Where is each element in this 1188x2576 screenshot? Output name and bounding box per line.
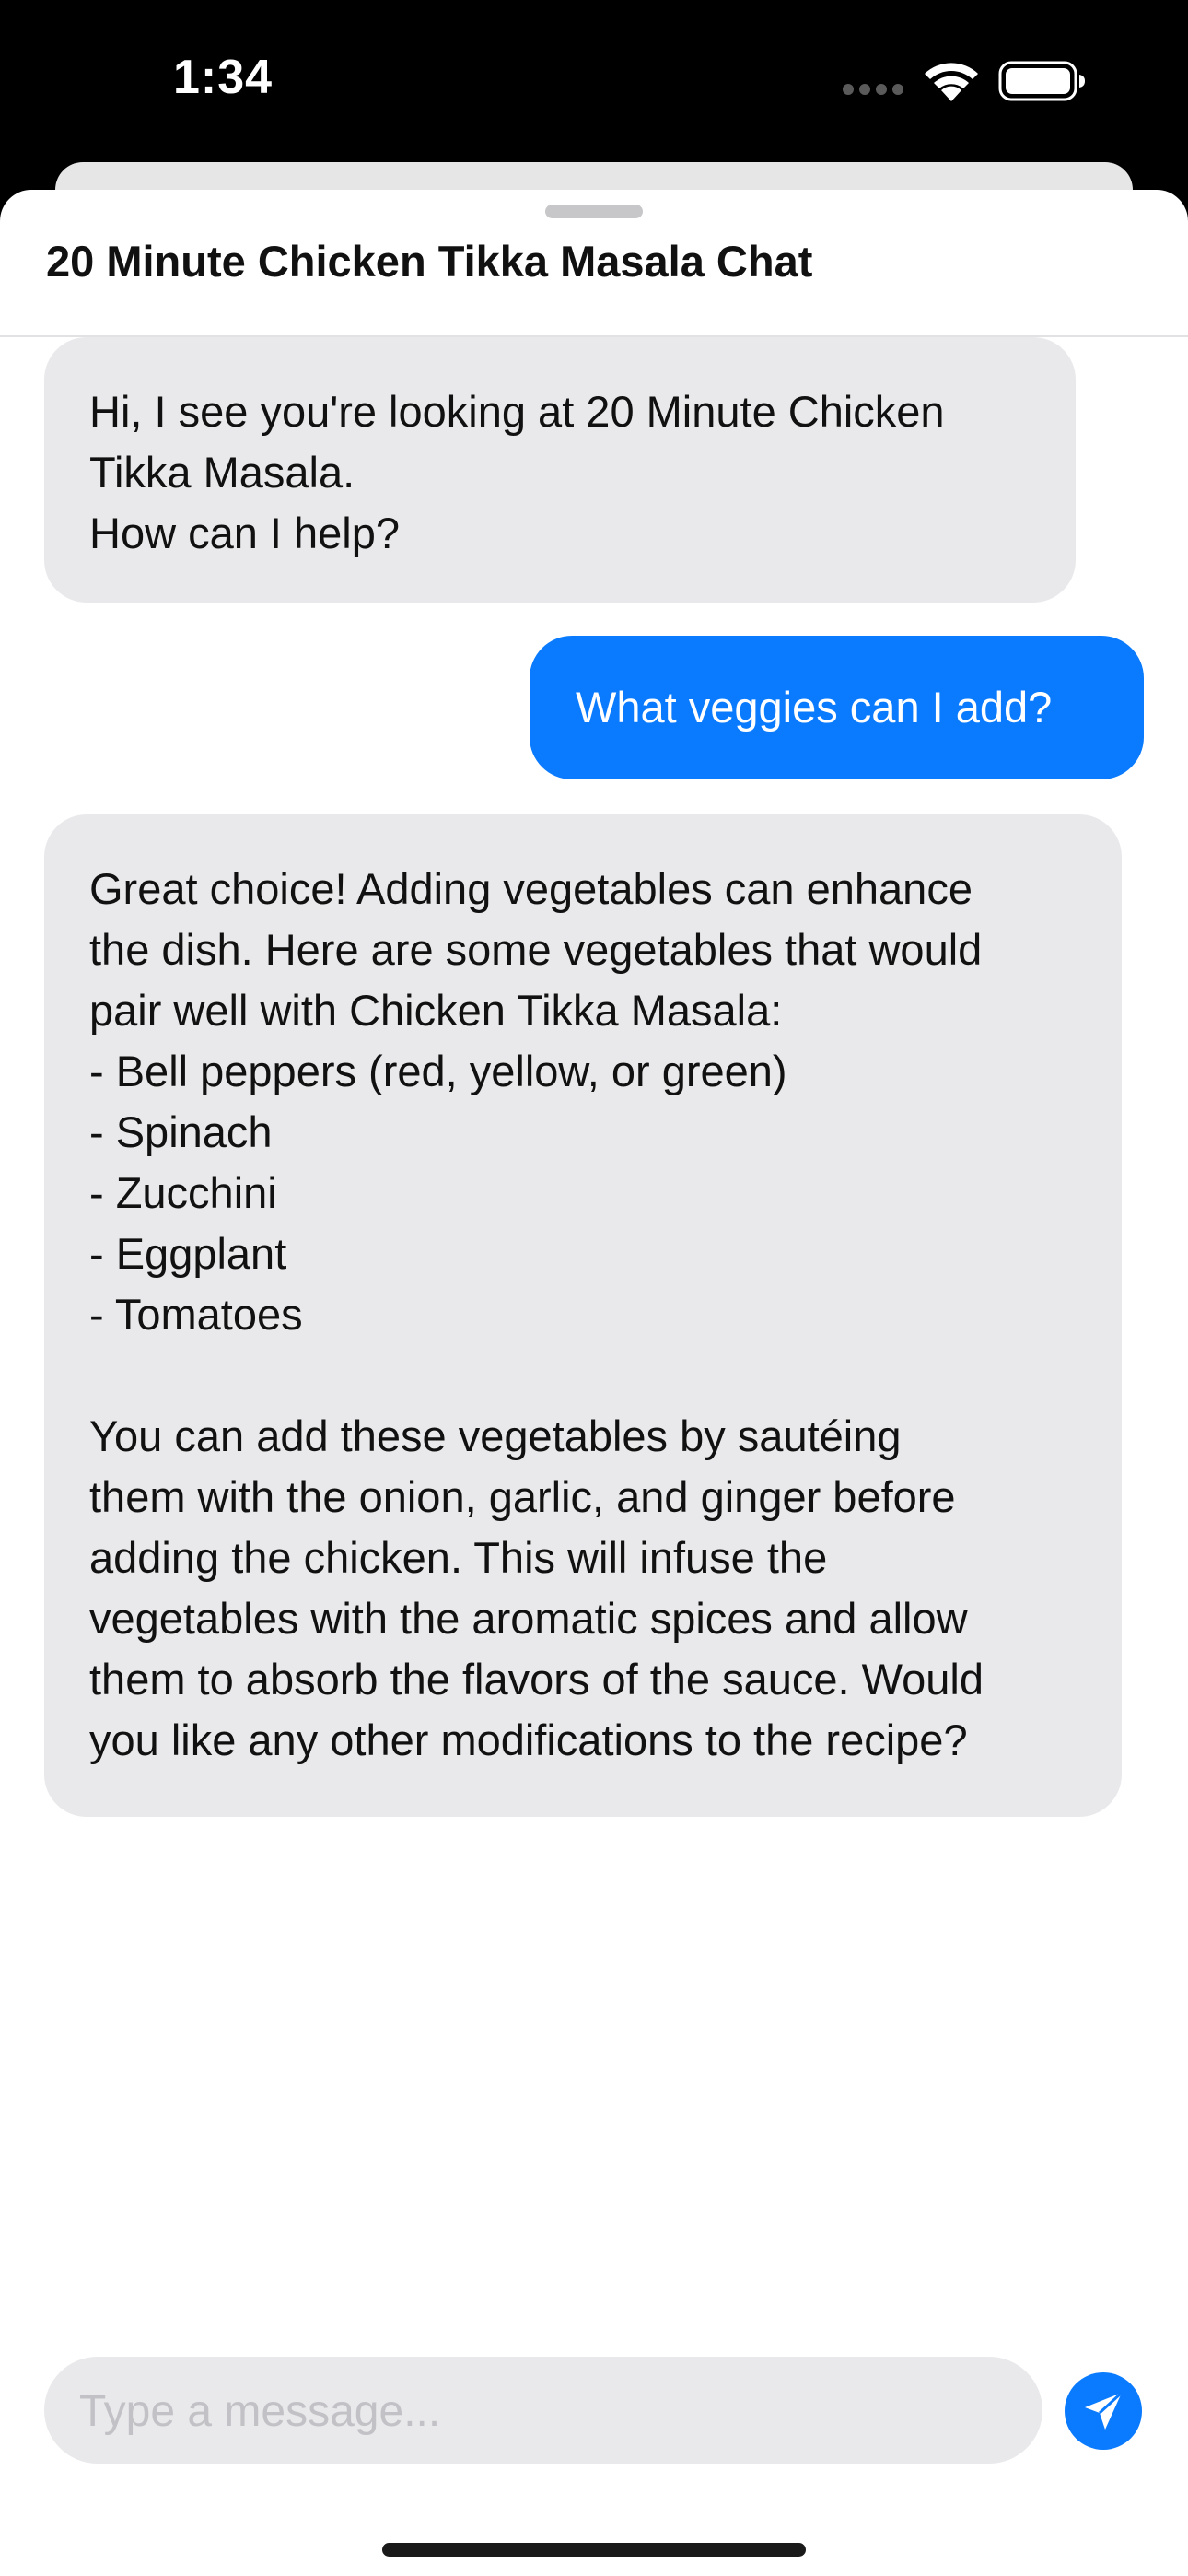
assistant-message-bubble: Great choice! Adding vegetables can enha… xyxy=(44,814,1122,1817)
sheet-grabber[interactable] xyxy=(545,205,643,218)
chat-sheet: 20 Minute Chicken Tikka Masala Chat Hi, … xyxy=(0,190,1188,2576)
user-message-bubble: What veggies can I add? xyxy=(530,636,1144,779)
cellular-signal-icon xyxy=(842,83,906,100)
paper-plane-icon xyxy=(1085,2391,1124,2430)
send-button[interactable] xyxy=(1065,2372,1142,2450)
wifi-icon xyxy=(921,59,982,108)
battery-icon xyxy=(998,61,1087,106)
status-time: 1:34 xyxy=(173,51,274,104)
home-indicator[interactable] xyxy=(382,2543,806,2557)
assistant-message-bubble: Hi, I see you're looking at 20 Minute Ch… xyxy=(44,337,1076,603)
message-input[interactable]: Type a message... xyxy=(44,2357,1042,2464)
chat-title: 20 Minute Chicken Tikka Masala Chat xyxy=(46,237,813,286)
status-bar: 1:34 xyxy=(0,0,1188,166)
